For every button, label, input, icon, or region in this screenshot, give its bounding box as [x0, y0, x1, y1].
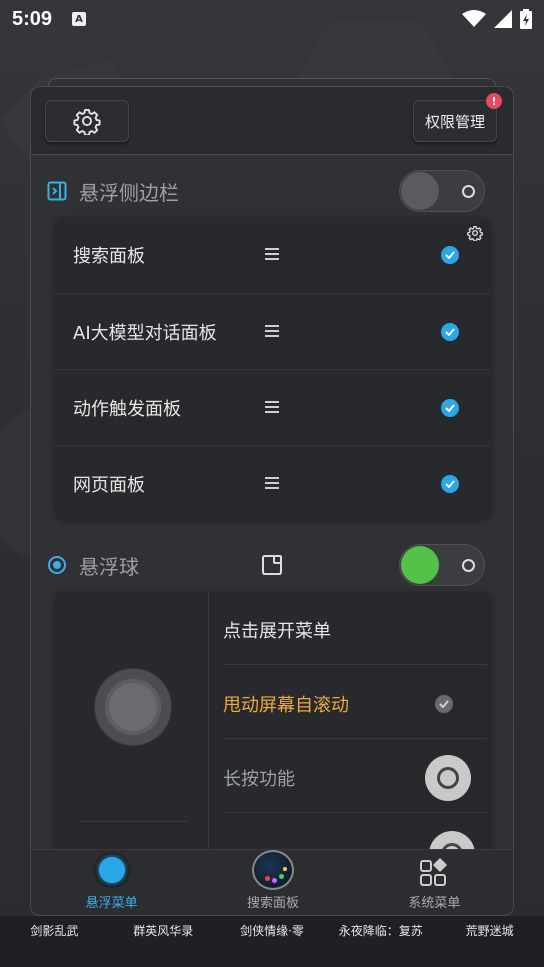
- wifi-icon: [462, 10, 486, 27]
- nav-label: 悬浮菜单: [85, 896, 138, 911]
- ball-preview-area: [55, 591, 209, 861]
- battery-charging-icon: [520, 9, 532, 29]
- drag-handle-icon[interactable]: [265, 248, 279, 263]
- drag-handle-icon[interactable]: [265, 401, 279, 416]
- checked-icon[interactable]: [441, 246, 459, 264]
- checked-icon[interactable]: [441, 323, 459, 341]
- toggle-knob: [401, 172, 439, 210]
- apps-grid-icon: [420, 858, 447, 886]
- sidebar-panels-card: 搜索面板 AI大模型对话面板 动作触发面板 网页面板: [55, 217, 491, 519]
- option-label: 点击展开菜单: [223, 620, 331, 642]
- toggle-knob: [401, 546, 439, 584]
- floating-ball-preview[interactable]: [95, 669, 171, 745]
- permission-label: 权限管理: [424, 112, 485, 131]
- floating-ball-toggle[interactable]: [399, 544, 485, 586]
- nav-system-menu[interactable]: 系统菜单: [354, 850, 513, 915]
- option-label: 长按功能: [223, 768, 295, 790]
- sidebar-toggle[interactable]: [399, 170, 485, 212]
- task-item[interactable]: 剑侠情缘·零: [218, 922, 327, 939]
- app-taskbar: 剑影乱武 群英风华录 剑侠情缘·零 永夜降临：复苏 荒野迷城: [0, 916, 544, 967]
- task-item[interactable]: 荒野迷城: [435, 922, 544, 939]
- drag-handle-icon[interactable]: [265, 477, 279, 492]
- permission-management-button[interactable]: 权限管理 !: [413, 93, 502, 142]
- list-item-label: 搜索面板: [73, 246, 145, 267]
- nav-label: 系统菜单: [408, 896, 461, 911]
- nav-search-panel[interactable]: 搜索面板: [192, 850, 353, 915]
- sidebar-section-header: 悬浮侧边栏: [47, 170, 499, 212]
- status-bar: 5:09 A: [0, 0, 544, 38]
- gear-icon: [73, 108, 101, 135]
- bottom-nav: 悬浮菜单 搜索面板 系统菜单: [31, 849, 513, 915]
- checked-icon[interactable]: [441, 475, 459, 493]
- settings-button[interactable]: [45, 100, 129, 142]
- ball-section-title: 悬浮球: [79, 554, 139, 579]
- task-item[interactable]: 永夜降临：复苏: [326, 922, 435, 939]
- option-tap-expand-menu[interactable]: 点击展开菜单: [223, 595, 487, 665]
- task-item[interactable]: 剑影乱武: [0, 922, 109, 939]
- floating-settings-panel: 权限管理 ! 悬浮侧边栏 搜索面板 AI大模型对话面板 动作触发面板 网页面板 …: [30, 86, 514, 916]
- option-long-press[interactable]: 长按功能: [223, 743, 487, 813]
- task-item[interactable]: 群英风华录: [109, 922, 218, 939]
- drag-handle-icon[interactable]: [265, 325, 279, 340]
- radio-selected-icon[interactable]: [47, 555, 67, 575]
- list-item-ai-chat-panel[interactable]: AI大模型对话面板: [55, 293, 491, 369]
- checked-icon[interactable]: [435, 695, 453, 713]
- option-label: 甩动屏幕自滚动: [223, 694, 349, 716]
- list-item-label: AI大模型对话面板: [73, 322, 217, 344]
- list-item-web-panel[interactable]: 网页面板: [55, 445, 491, 521]
- checked-icon[interactable]: [441, 399, 459, 417]
- alert-badge: !: [486, 93, 502, 109]
- list-item-label: 动作触发面板: [73, 398, 181, 420]
- list-item-search-panel[interactable]: 搜索面板: [55, 217, 491, 293]
- ball-section-header: 悬浮球: [47, 544, 499, 586]
- search-panel-icon: [251, 850, 294, 890]
- status-time: 5:09: [12, 7, 53, 30]
- sidebar-section-title: 悬浮侧边栏: [79, 180, 179, 205]
- list-item-action-trigger-panel[interactable]: 动作触发面板: [55, 369, 491, 445]
- nav-label: 搜索面板: [246, 896, 299, 911]
- floating-menu-icon: [93, 852, 130, 888]
- floating-ball-card: 点击展开菜单 甩动屏幕自滚动 长按功能: [55, 591, 491, 861]
- option-shake-scroll[interactable]: 甩动屏幕自滚动: [223, 669, 487, 739]
- sidebar-icon: [47, 181, 67, 201]
- notification-a-icon: A: [72, 12, 87, 26]
- window-icon[interactable]: [261, 554, 283, 576]
- screen: 5:09 A 权限管理 ! 悬浮侧边栏 搜索面板 AI大模型对话面板 动作触发面…: [0, 0, 544, 967]
- long-press-action-button[interactable]: [425, 755, 471, 801]
- toggle-indicator: [462, 559, 475, 572]
- toggle-off-indicator: [462, 185, 475, 198]
- nav-floating-menu[interactable]: 悬浮菜单: [31, 850, 192, 915]
- panel-topbar: 权限管理 !: [31, 87, 513, 155]
- signal-icon: [494, 10, 512, 28]
- list-item-label: 网页面板: [73, 474, 145, 496]
